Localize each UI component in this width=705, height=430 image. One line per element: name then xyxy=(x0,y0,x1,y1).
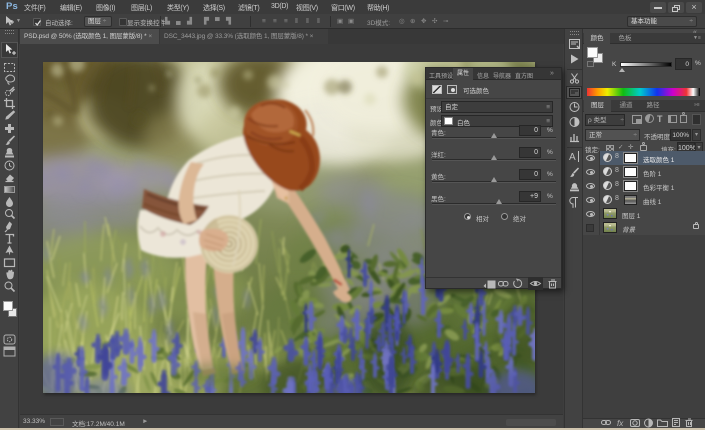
svg-text:A: A xyxy=(569,152,576,163)
svg-text:fx: fx xyxy=(617,419,624,428)
